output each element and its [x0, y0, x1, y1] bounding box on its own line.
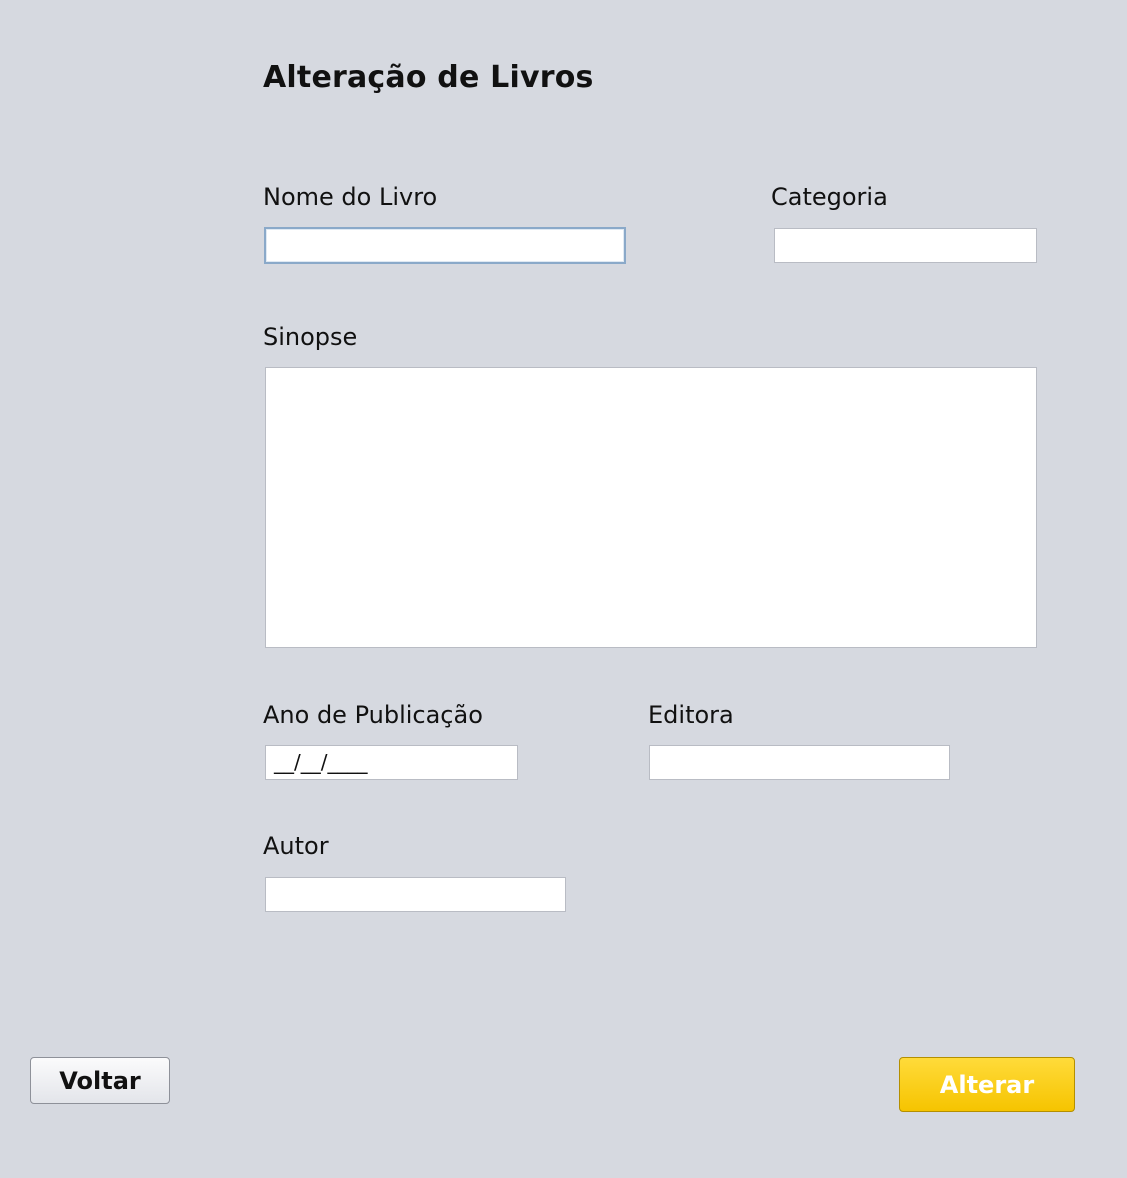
- sinopse-label: Sinopse: [263, 323, 358, 351]
- nome-do-livro-label: Nome do Livro: [263, 183, 438, 211]
- ano-de-publicacao-input[interactable]: __/__/____: [265, 745, 518, 780]
- date-mask: __/__/____: [274, 750, 368, 774]
- categoria-input[interactable]: [774, 228, 1037, 263]
- page-title: Alteração de Livros: [263, 60, 594, 95]
- editora-label: Editora: [648, 701, 734, 729]
- alterar-button[interactable]: Alterar: [899, 1057, 1075, 1112]
- voltar-button[interactable]: Voltar: [30, 1057, 170, 1104]
- autor-input[interactable]: [265, 877, 566, 912]
- categoria-label: Categoria: [771, 183, 888, 211]
- sinopse-textarea[interactable]: [265, 367, 1037, 648]
- editora-input[interactable]: [649, 745, 950, 780]
- autor-label: Autor: [263, 832, 329, 860]
- ano-de-publicacao-label: Ano de Publicação: [263, 701, 483, 729]
- nome-do-livro-input[interactable]: [264, 227, 626, 264]
